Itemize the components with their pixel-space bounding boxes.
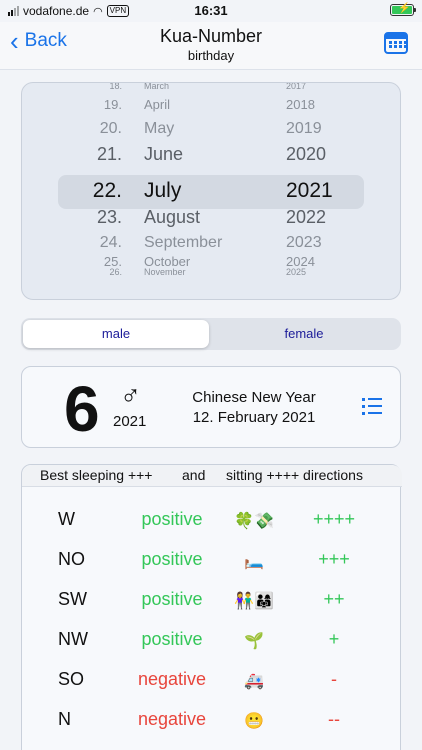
picker-month: March <box>144 82 170 91</box>
picker-year: 2021 <box>286 179 333 202</box>
chinese-new-year-date: 12. February 2021 <box>192 409 316 426</box>
picker-year: 2019 <box>286 120 322 137</box>
direction-label: SO <box>58 669 85 689</box>
segment-male[interactable]: male <box>23 320 209 348</box>
kua-number: 6 <box>64 373 100 445</box>
direction-row: Nnegative 😬 -- <box>22 703 402 737</box>
direction-emoji: 🛏️ <box>244 553 264 570</box>
direction-label: SW <box>58 589 87 609</box>
direction-emoji: 🌱 <box>244 633 264 650</box>
picker-month: July <box>144 179 182 202</box>
status-bar: vodafone.de ◠ VPN 16:31 ⚡ <box>0 0 422 22</box>
picker-month: May <box>144 120 175 137</box>
list-icon[interactable] <box>362 398 382 416</box>
picker-month: September <box>144 234 223 251</box>
direction-quality: positive <box>141 629 203 649</box>
direction-quality: negative <box>137 709 207 729</box>
calendar-button[interactable] <box>384 32 408 54</box>
direction-emoji: 😬 <box>244 713 264 730</box>
picker-day: 18. <box>109 82 122 91</box>
status-time: 16:31 <box>194 3 228 18</box>
direction-row: SO negative 🚑 - <box>22 663 402 697</box>
page-subtitle: birthday <box>187 48 235 63</box>
picker-row[interactable]: 22. July 2021 <box>22 175 400 205</box>
picker-year: 2017 <box>286 82 307 91</box>
direction-emoji: 🚑 <box>244 673 264 690</box>
direction-strength: - <box>331 669 337 689</box>
picker-day: 23. <box>96 207 122 227</box>
picker-year: 2020 <box>286 144 327 164</box>
picker-year: 2025 <box>286 267 307 277</box>
kua-result-card: 6 ♂ 2021 Chinese New Year 12. February 2… <box>21 366 401 448</box>
direction-row: NO positive 🛏️ +++ <box>22 543 402 577</box>
picker-month: June <box>144 144 184 164</box>
date-picker[interactable]: 18. March 2017 19. April 2018 20. May 2019 21. Jun… <box>21 82 401 300</box>
picker-year: 2023 <box>286 234 322 251</box>
gender-segmented-control[interactable]: male female <box>21 318 401 350</box>
direction-row: SW positive 👫👨‍👩‍👧 ++ <box>22 583 402 617</box>
direction-quality: negative <box>137 669 207 689</box>
picker-day: 19. <box>103 97 122 112</box>
picker-year: 2022 <box>286 207 327 227</box>
kua-year: 2021 <box>113 413 147 430</box>
page-title: Kua-Number <box>159 26 263 46</box>
header-sleeping: Best sleeping +++ <box>40 467 153 483</box>
charging-bolt-icon: ⚡ <box>398 3 411 14</box>
picker-month: August <box>144 207 201 227</box>
direction-quality: positive <box>141 589 203 609</box>
direction-strength: ++ <box>323 589 345 609</box>
direction-row: NW positive 🌱 + <box>22 623 402 657</box>
header-and: and <box>182 467 206 483</box>
direction-label: NO <box>58 549 85 569</box>
picker-row[interactable]: 26. November 2025 <box>22 267 400 297</box>
picker-year: 2018 <box>286 97 315 112</box>
direction-strength: + <box>328 629 340 649</box>
direction-strength: ++++ <box>312 509 356 529</box>
direction-label: N <box>58 709 71 729</box>
segment-female[interactable]: female <box>211 320 397 348</box>
direction-emoji: 🍀💸 <box>234 513 274 530</box>
calendar-icon <box>389 41 407 48</box>
picker-day: 24. <box>99 234 122 251</box>
direction-quality: positive <box>141 549 203 569</box>
male-symbol-icon: ♂ <box>120 380 141 411</box>
picker-day: 26. <box>109 267 122 277</box>
picker-day: 21. <box>96 144 122 164</box>
direction-strength: +++ <box>318 549 350 569</box>
chinese-new-year-title: Chinese New Year <box>192 389 316 406</box>
header-sitting: sitting ++++ directions <box>226 467 363 483</box>
picker-row[interactable]: 21. June 2020 <box>22 144 400 174</box>
picker-month: April <box>144 97 171 112</box>
direction-strength: -- <box>328 709 340 729</box>
directions-header: Best sleeping +++ and sitting ++++ direc… <box>22 465 402 487</box>
picker-row[interactable]: 23. August 2022 <box>22 207 400 237</box>
direction-quality: positive <box>141 509 203 529</box>
battery-icon: ⚡ <box>390 3 416 16</box>
direction-emoji: 👫👨‍👩‍👧 <box>234 593 274 610</box>
direction-label: W <box>58 509 75 529</box>
direction-label: NW <box>58 629 88 649</box>
picker-day: 20. <box>99 120 122 137</box>
direction-row: Wpositive 🍀💸 ++++ <box>22 503 402 537</box>
picker-day: 22. <box>92 179 122 202</box>
picker-month: November <box>144 267 186 277</box>
navigation-bar: ‹ Back Kua-Number birthday <box>0 22 422 70</box>
directions-card: Best sleeping +++ and sitting ++++ direc… <box>21 464 402 750</box>
